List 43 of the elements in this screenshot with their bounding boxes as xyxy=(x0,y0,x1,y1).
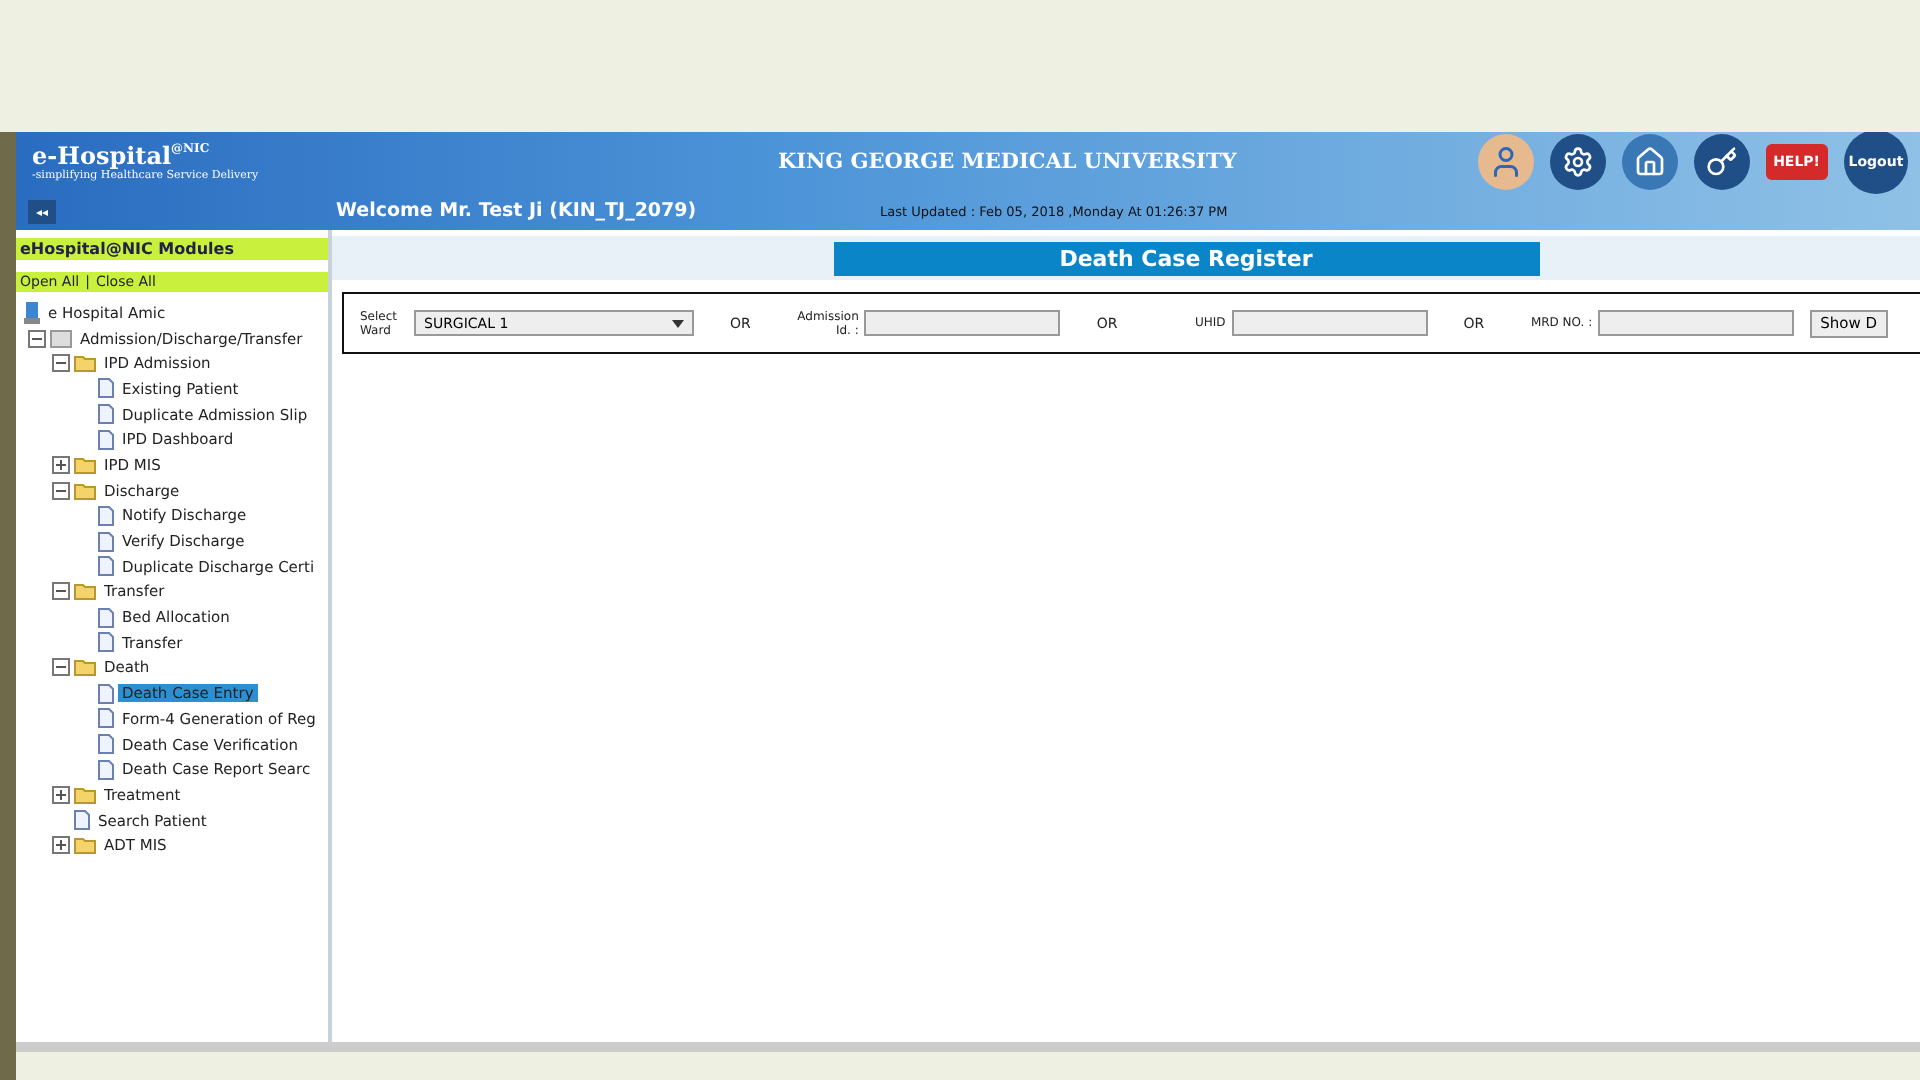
page-icon xyxy=(98,734,114,755)
input-field[interactable] xyxy=(1598,310,1795,336)
collapse-toggle[interactable] xyxy=(52,354,70,373)
collapse-toggle[interactable] xyxy=(52,481,70,500)
page-icon xyxy=(98,683,114,704)
key-icon[interactable] xyxy=(1693,134,1750,190)
home-icon[interactable] xyxy=(1621,134,1678,190)
computer-icon xyxy=(24,301,40,324)
folder-icon xyxy=(74,785,96,804)
page-icon xyxy=(98,429,114,450)
caret-icon xyxy=(672,319,684,327)
user-icon[interactable] xyxy=(1477,134,1534,190)
page-icon xyxy=(98,505,114,526)
page-icon xyxy=(98,708,114,729)
folder-icon xyxy=(74,481,96,500)
university-name: KING GEORGE MEDICAL UNIVERSITY xyxy=(778,150,1239,174)
expand-toggle[interactable] xyxy=(52,455,70,474)
page-icon xyxy=(98,607,114,628)
input-field[interactable] xyxy=(1231,310,1428,336)
collapse-toggle[interactable] xyxy=(52,582,70,601)
page-icon xyxy=(74,810,90,831)
welcome-text: Welcome Mr. Test Ji (KIN_TJ_2079) xyxy=(336,200,699,222)
page-icon xyxy=(98,632,114,653)
module-icon xyxy=(50,329,72,348)
page-icon xyxy=(98,531,114,552)
page-icon xyxy=(98,759,114,780)
page-icon xyxy=(98,378,114,399)
scrollbar[interactable] xyxy=(16,1042,1920,1052)
collapse-toggle[interactable] xyxy=(28,329,46,348)
folder-icon xyxy=(74,836,96,855)
folder-icon xyxy=(74,455,96,474)
input-field[interactable] xyxy=(864,310,1061,336)
expand-toggle[interactable] xyxy=(52,785,70,804)
settings-icon[interactable] xyxy=(1549,134,1606,190)
collapse-toggle[interactable] xyxy=(52,658,70,677)
expand-toggle[interactable] xyxy=(52,836,70,855)
folder-icon xyxy=(74,582,96,601)
page-title: Death Case Register xyxy=(833,241,1539,275)
folder-icon xyxy=(74,658,96,677)
page-icon xyxy=(98,556,114,577)
sidebar-title: eHospital@NIC Modules xyxy=(16,238,328,260)
folder-icon xyxy=(74,354,96,373)
page-icon xyxy=(98,404,114,425)
